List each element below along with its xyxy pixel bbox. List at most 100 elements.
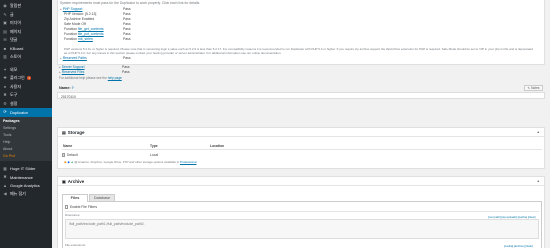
archive-header[interactable]: ▣ Archive ▲ xyxy=(58,177,544,186)
php-requirement-row: Function file_put_contents xyxy=(64,32,104,36)
reserved-files-link[interactable]: Reserved Files xyxy=(62,70,85,74)
reserved-paths-status: Pass xyxy=(123,56,131,60)
media-link[interactable]: [media] xyxy=(504,244,513,248)
professional-link[interactable]: Professional xyxy=(180,160,197,164)
menu-label: KBoard xyxy=(10,46,24,52)
database-icon: ▤ xyxy=(62,129,66,135)
storage-title: Storage xyxy=(67,129,85,135)
server-support-link[interactable]: Server Support xyxy=(62,65,85,69)
dropbox-icon: ◆ xyxy=(67,160,70,164)
slider-icon: ▦ xyxy=(3,165,7,171)
storage-checkbox[interactable] xyxy=(62,153,66,157)
server-support-status: Pass xyxy=(122,65,130,69)
tab-database[interactable]: Database xyxy=(89,194,115,201)
menu-label: 댓글 xyxy=(10,37,18,43)
notes-button[interactable]: ✎ Notes xyxy=(524,85,543,91)
menu-label: 설정 xyxy=(10,100,18,106)
php-requirement-row: Zip Archive Enabled xyxy=(64,17,94,21)
menu-item-pin[interactable]: ✎ 글 xyxy=(0,11,52,20)
dashboard-icon: ◉ xyxy=(3,3,7,9)
menu-item-slider[interactable]: ▦ Huge IT Slider xyxy=(0,165,52,174)
notes-label: Notes xyxy=(531,86,540,90)
directories-textarea[interactable]: /full_path/exclude_path1;/full_path/excl… xyxy=(65,219,539,239)
php-support-row[interactable]: + PHP Support xyxy=(60,7,82,11)
menu-item-settings[interactable]: ⚙ 설정 xyxy=(0,100,52,109)
directories-placeholder: /full_path/exclude_path1;/full_path/excl… xyxy=(69,222,145,226)
package-name-input[interactable]: 20170110 xyxy=(57,92,545,99)
submenu-packages[interactable]: Packages xyxy=(0,118,52,125)
submenu-go-pro[interactable]: Go Pro! xyxy=(0,153,52,160)
requirement-status: Pass xyxy=(123,22,131,26)
function-link[interactable]: mb_strlen xyxy=(78,37,93,41)
submenu-about[interactable]: About xyxy=(0,146,52,153)
promo-text: Amazon, Dropbox, Google Drive, FTP and o… xyxy=(77,160,180,164)
menu-item-plugin[interactable]: ✚ 플러그인 1 xyxy=(0,74,52,83)
menu-item-page[interactable]: ▤ 페이지 xyxy=(0,28,52,37)
php-support-link[interactable]: PHP Support xyxy=(63,7,83,11)
requirement-status: Pass xyxy=(123,12,131,16)
function-link[interactable]: file_get_contents xyxy=(78,27,104,31)
menu-item-tools[interactable]: ✖ 도구 xyxy=(0,91,52,100)
package-name-value: 20170110 xyxy=(61,94,76,99)
ext-quick-links: [media] [archive] [clear] xyxy=(504,244,533,248)
reserved-files-row[interactable]: + Reserved Files xyxy=(59,70,84,74)
submenu-settings[interactable]: Settings xyxy=(0,125,52,132)
archive-title: Archive xyxy=(67,178,85,184)
menu-item-duplicator[interactable]: ⟳ Duplicator xyxy=(0,108,52,117)
menu-item-maintenance[interactable]: ✖ Maintenance xyxy=(0,173,52,182)
php-requirement-row: Safe Mode Off xyxy=(64,22,86,26)
storage-panel: ▤ Storage ▲ Name Type Location Default L… xyxy=(57,127,545,169)
submenu-help[interactable]: Help xyxy=(0,139,52,146)
help-icon[interactable]: ? xyxy=(72,86,74,90)
notes-icon: ✎ xyxy=(527,86,531,90)
duplicator-icon: ⟳ xyxy=(3,109,7,115)
menu-item-comment[interactable]: ✉ 댓글 xyxy=(0,36,52,45)
archive-link[interactable]: [archive] xyxy=(514,244,525,248)
menu-label: 외모 xyxy=(10,66,18,72)
menu-item-users[interactable]: ● 사용자 xyxy=(0,83,52,92)
pin-icon: ✎ xyxy=(3,11,7,17)
storage-header[interactable]: ▤ Storage ▲ xyxy=(58,128,544,137)
menu-item-analytics[interactable]: ▲ Google Analytics xyxy=(0,182,52,191)
requirement-label: Zip Archive Enabled xyxy=(64,17,95,21)
php-note: PHP versions 5.2.9+ or higher is require… xyxy=(64,47,533,55)
requirement-prefix: Function xyxy=(64,37,78,41)
appearance-icon: ✦ xyxy=(3,66,7,72)
menu-label: Huge IT Slider xyxy=(10,166,36,172)
collapse-icon[interactable]: ▲ xyxy=(537,179,540,183)
clear-ext-link[interactable]: [clear] xyxy=(525,244,533,248)
menu-item-store[interactable]: ▥ 스토어 xyxy=(0,53,52,62)
name-label: Name: xyxy=(59,86,71,90)
submenu-tools[interactable]: Tools xyxy=(0,132,52,139)
users-icon: ● xyxy=(3,83,7,89)
storage-name: Default xyxy=(66,153,78,157)
menu-label: 메뉴 접기 xyxy=(10,191,26,197)
extensions-label: File extensions: xyxy=(65,243,86,247)
menu-label: 글 xyxy=(10,11,14,17)
help-page-link[interactable]: help page xyxy=(108,76,122,80)
php-requirement-row: Function file_get_contents xyxy=(64,27,104,31)
menu-item-dashboard[interactable]: ◉ 알림판 xyxy=(0,2,52,11)
reserved-files-status: Pass xyxy=(122,70,130,74)
menu-label: 미디어 xyxy=(10,20,22,26)
menu-item-appearance[interactable]: ✦ 외모 xyxy=(0,66,52,75)
storage-col-type: Type xyxy=(150,144,158,148)
menu-item-kboard[interactable]: ■ KBoard xyxy=(0,45,52,54)
update-badge: 1 xyxy=(26,76,32,81)
menu-label: Google Analytics xyxy=(10,183,40,189)
menu-label: 스토어 xyxy=(10,54,22,60)
settings-icon: ⚙ xyxy=(3,100,7,106)
enable-filters-row[interactable]: Enable File Filters xyxy=(65,205,97,209)
reserved-paths-row[interactable]: + Reserved Paths xyxy=(60,56,87,60)
menu-item-collapse[interactable]: ◀ 메뉴 접기 xyxy=(0,190,52,199)
collapse-icon[interactable]: ▲ xyxy=(537,130,540,134)
function-link[interactable]: file_put_contents xyxy=(78,32,104,36)
php-support-status: Pass xyxy=(123,7,131,11)
server-support-row[interactable]: + Server Support xyxy=(59,65,85,69)
enable-filters-checkbox[interactable] xyxy=(65,205,69,209)
reserved-paths-link[interactable]: Reserved Paths xyxy=(63,56,87,60)
menu-label: 도구 xyxy=(10,92,18,98)
menu-item-media[interactable]: ▣ 미디어 xyxy=(0,19,52,28)
storage-col-name: Name xyxy=(63,144,73,148)
storage-row[interactable]: Default xyxy=(62,153,78,157)
